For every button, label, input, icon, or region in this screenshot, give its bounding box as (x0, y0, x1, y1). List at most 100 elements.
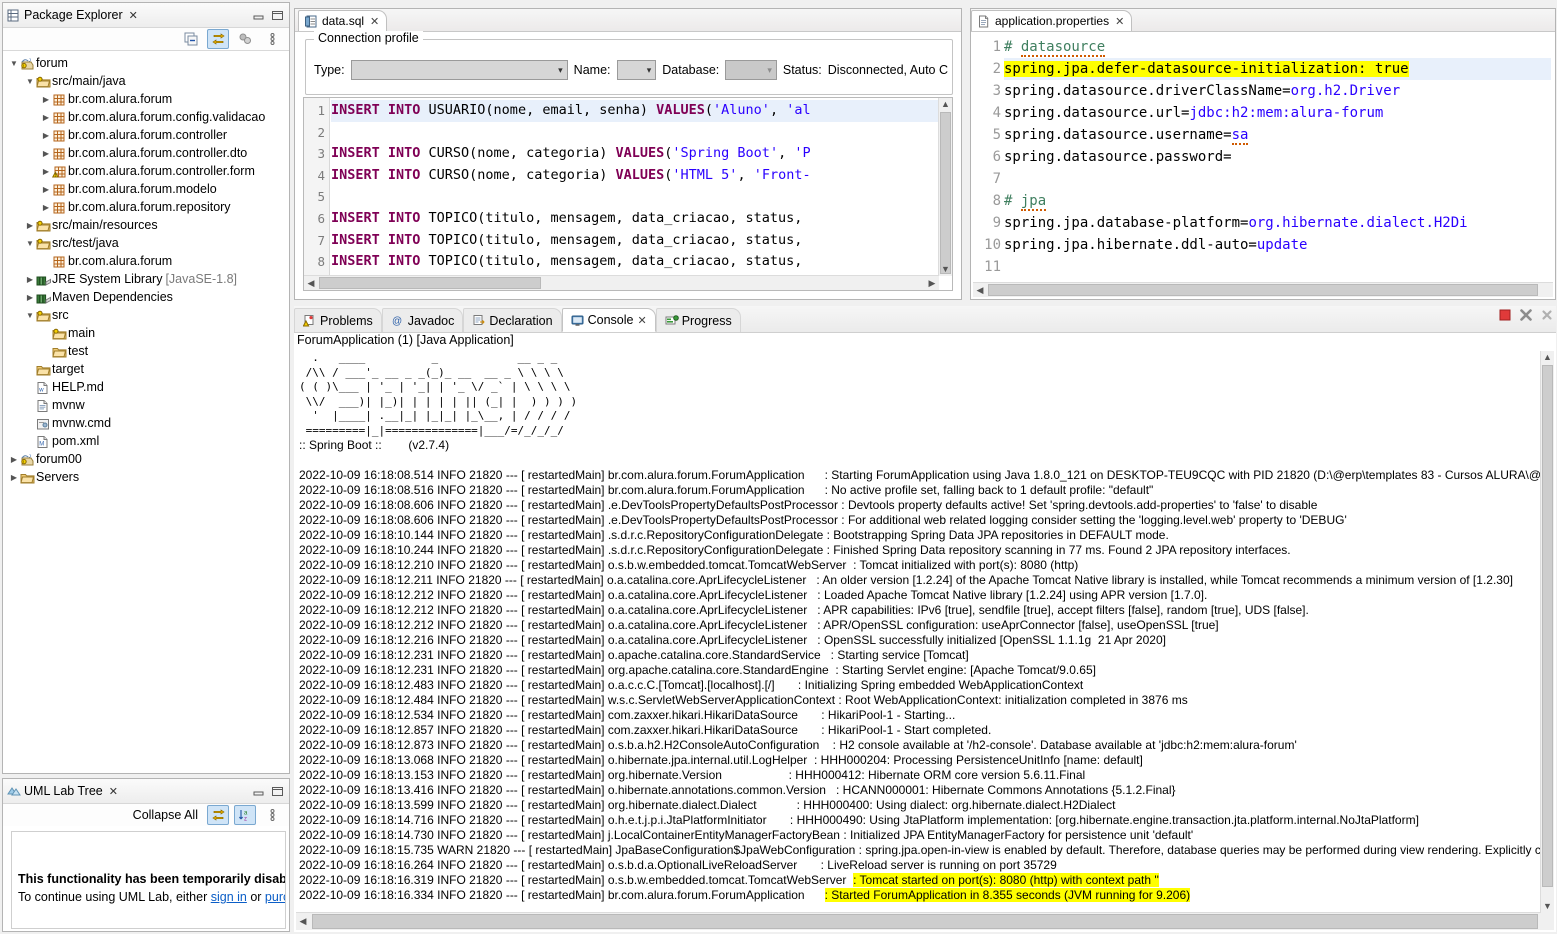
tab-application-properties[interactable]: application.properties ✕ (971, 10, 1133, 31)
chevron-right-icon[interactable]: ▶ (40, 167, 52, 176)
properties-hscroll-thumb[interactable] (988, 284, 1538, 296)
view-menu-icon[interactable] (261, 29, 283, 49)
collapse-all-label[interactable]: Collapse All (133, 808, 198, 822)
sql-vertical-scrollbar[interactable]: ▲ ▼ (938, 98, 952, 276)
console-horizontal-scrollbar[interactable]: ◀ (296, 912, 1554, 930)
close-icon[interactable]: ✕ (109, 785, 118, 798)
chevron-right-icon[interactable]: ▶ (40, 185, 52, 194)
sql-code-area[interactable]: 1 2 3 4 5 6 7 8 INSERT INTO USUARIO(nome, email… (303, 97, 953, 291)
tab-data-sql[interactable]: data.sql ✕ (298, 10, 388, 31)
tree-item[interactable]: br.com.alura.forum (4, 252, 288, 270)
tab-console[interactable]: Console ✕ (561, 308, 656, 332)
properties-horizontal-scrollbar[interactable]: ◀ (973, 282, 1553, 297)
package-explorer-tree[interactable]: ▼ J! forum ▼ src/main/java ▶ br.com.alura.foru… (4, 51, 288, 772)
console-log-text[interactable]: . ____ _ __ _ _ /\\ / ___'_ __ _ _(_)_ _… (299, 351, 1540, 912)
tree-item-label: test (68, 344, 89, 358)
chevron-right-icon[interactable]: ▶ (40, 95, 52, 104)
chevron-down-icon[interactable]: ▼ (24, 239, 36, 248)
chevron-right-icon[interactable]: ▶ (8, 473, 20, 482)
view-menu-icon[interactable] (261, 805, 283, 825)
tree-item[interactable]: ▶ J! forum00 (4, 450, 288, 468)
tree-item[interactable]: ▶ br.com.alura.forum.controller (4, 126, 288, 144)
focus-active-task-icon[interactable] (234, 29, 256, 49)
tree-item[interactable]: ▼ src/test/java (4, 234, 288, 252)
tree-item[interactable]: ▼ src (4, 306, 288, 324)
link-with-editor-icon[interactable] (207, 805, 229, 825)
console-vertical-scrollbar[interactable]: ▲ ▼ (1540, 351, 1554, 913)
tree-item[interactable]: ▶ br.com.alura.forum.modelo (4, 180, 288, 198)
chevron-right-icon[interactable]: ▶ (40, 203, 52, 212)
sql-source-text[interactable]: INSERT INTO USUARIO(nome, email, senha) … (331, 98, 939, 276)
tree-item[interactable]: mvnw.cmd (4, 414, 288, 432)
chevron-right-icon[interactable]: ▶ (24, 293, 36, 302)
scroll-down-icon[interactable]: ▼ (1541, 900, 1554, 913)
chevron-right-icon[interactable]: ▶ (8, 455, 20, 464)
purchase-link[interactable]: purch (265, 890, 285, 904)
chevron-right-icon[interactable]: ▶ (40, 113, 52, 122)
chevron-down-icon[interactable]: ▼ (24, 311, 36, 320)
tree-item[interactable]: ▼ J! forum (4, 54, 288, 72)
chevron-down-icon[interactable]: ▼ (24, 77, 36, 86)
tab-declaration[interactable]: Declaration (463, 308, 562, 332)
collapse-all-icon[interactable] (180, 29, 202, 49)
sign-in-link[interactable]: sign in (211, 890, 247, 904)
chevron-down-icon[interactable]: ▼ (8, 59, 20, 68)
remove-all-terminated-icon[interactable] (1540, 308, 1554, 325)
tab-problems[interactable]: Problems (294, 308, 382, 332)
console-tabstrip: Problems @ Javadoc Declaration Console ✕ Progr… (294, 306, 1556, 332)
scroll-left-icon[interactable]: ◀ (973, 283, 987, 297)
tree-item[interactable]: ▶! br.com.alura.forum.controller.form (4, 162, 288, 180)
sort-alpha-icon[interactable]: a z (234, 805, 256, 825)
minimize-icon[interactable] (251, 9, 266, 22)
tree-item[interactable]: ▶ Servers (4, 468, 288, 486)
maximize-icon[interactable] (270, 785, 285, 798)
close-icon[interactable]: ✕ (370, 15, 379, 28)
properties-source-text[interactable]: # datasource spring.jpa.defer-datasource-… (1004, 33, 1551, 281)
link-with-editor-icon[interactable] (207, 29, 229, 49)
type-combo[interactable]: ▾ (350, 60, 568, 80)
close-icon[interactable]: ✕ (129, 9, 138, 22)
terminate-icon[interactable] (1498, 308, 1512, 325)
console-output[interactable]: . ____ _ __ _ _ /\\ / ___'_ __ _ _(_)_ _… (296, 351, 1554, 930)
maximize-icon[interactable] (270, 9, 285, 22)
console-hscroll-thumb[interactable] (312, 914, 1538, 929)
scroll-up-icon[interactable]: ▲ (1541, 351, 1554, 364)
close-icon[interactable]: ✕ (637, 314, 646, 327)
chevron-right-icon[interactable]: ▶ (40, 149, 52, 158)
scroll-left-icon[interactable]: ◀ (304, 276, 318, 290)
remove-launch-icon[interactable] (1519, 308, 1533, 325)
sql-hscroll-thumb[interactable] (319, 277, 541, 289)
minimize-icon[interactable] (251, 785, 266, 798)
tab-javadoc[interactable]: @ Javadoc (381, 308, 464, 332)
tree-item[interactable]: ▶ br.com.alura.forum.controller.dto (4, 144, 288, 162)
scroll-up-icon[interactable]: ▲ (939, 98, 952, 111)
database-combo[interactable]: ▾ (725, 60, 777, 80)
tree-item[interactable]: w HELP.md (4, 378, 288, 396)
tree-item[interactable]: Mpom.xml (4, 432, 288, 450)
console-log-line: 2022-10-09 16:18:16.319 INFO 21820 --- [… (299, 872, 1540, 888)
scroll-right-icon[interactable]: ▶ (925, 276, 939, 290)
properties-code-area[interactable]: 1 2 3 4 5 6 7 8 9 10 11 # datasource spring.jpa.def… (973, 33, 1553, 297)
tab-progress[interactable]: Progress (655, 308, 741, 332)
sql-horizontal-scrollbar[interactable]: ◀ ▶ (304, 275, 939, 290)
tree-item[interactable]: ▶ JRE System Library [JavaSE-1.8] (4, 270, 288, 288)
console-vscroll-thumb[interactable] (1542, 365, 1553, 887)
tree-item[interactable]: ▶ src/main/resources (4, 216, 288, 234)
tree-item[interactable]: ▶ br.com.alura.forum (4, 90, 288, 108)
name-combo[interactable]: ▾ (616, 60, 657, 80)
tree-item[interactable]: ▶ br.com.alura.forum.config.validacao (4, 108, 288, 126)
tree-item[interactable]: ▶ br.com.alura.forum.repository (4, 198, 288, 216)
sql-vscroll-thumb[interactable] (940, 112, 951, 274)
scroll-left-icon[interactable]: ◀ (296, 913, 310, 930)
chevron-right-icon[interactable]: ▶ (24, 275, 36, 284)
tree-item[interactable]: ▶ Maven Dependencies (4, 288, 288, 306)
tree-item[interactable]: mvnw (4, 396, 288, 414)
scroll-down-icon[interactable]: ▼ (939, 263, 952, 276)
tree-item[interactable]: target (4, 360, 288, 378)
tree-item[interactable]: test (4, 342, 288, 360)
close-icon[interactable]: ✕ (1115, 15, 1124, 28)
tree-item[interactable]: main (4, 324, 288, 342)
chevron-right-icon[interactable]: ▶ (24, 221, 36, 230)
chevron-right-icon[interactable]: ▶ (40, 131, 52, 140)
tree-item[interactable]: ▼ src/main/java (4, 72, 288, 90)
